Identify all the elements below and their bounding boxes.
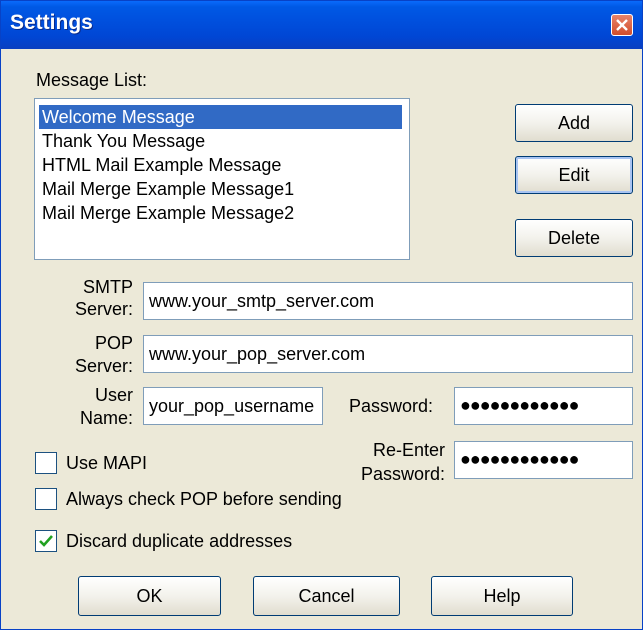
check-pop-checkbox[interactable]: [35, 488, 57, 510]
pop-label-line1: POP: [94, 333, 133, 353]
password-label: Password:: [349, 396, 434, 416]
list-item[interactable]: Welcome Message: [39, 105, 402, 129]
add-button[interactable]: Add: [515, 104, 633, 142]
use-mapi-checkbox[interactable]: [35, 452, 57, 474]
pop-label-line2: Server:: [74, 356, 133, 376]
pop-server-field[interactable]: www.your_pop_server.com: [143, 335, 633, 373]
reenter-label-line2: Password:: [360, 464, 445, 484]
reenter-label-line1: Re-Enter: [372, 440, 445, 460]
smtp-label-line1: SMTP: [82, 277, 133, 297]
settings-dialog: Settings Message List: Welcome Message T…: [0, 0, 643, 630]
close-button[interactable]: [611, 14, 633, 36]
ok-button[interactable]: OK: [78, 576, 221, 616]
reenter-password-field[interactable]: ●●●●●●●●●●●●: [454, 441, 633, 479]
checkmark-icon: [39, 535, 53, 547]
discard-duplicates-checkbox[interactable]: [35, 530, 57, 552]
help-button[interactable]: Help: [431, 576, 573, 616]
close-icon: [616, 19, 628, 31]
user-name-field[interactable]: your_pop_username: [143, 387, 323, 425]
delete-button[interactable]: Delete: [515, 219, 633, 257]
check-pop-label: Always check POP before sending: [66, 489, 342, 509]
list-item[interactable]: Mail Merge Example Message1: [39, 177, 297, 201]
password-field[interactable]: ●●●●●●●●●●●●: [454, 387, 633, 425]
edit-button[interactable]: Edit: [515, 156, 633, 194]
cancel-button[interactable]: Cancel: [253, 576, 400, 616]
message-list-label: Message List:: [36, 70, 148, 90]
window-title: Settings: [10, 11, 93, 34]
user-label-line2: Name:: [79, 408, 133, 428]
use-mapi-label: Use MAPI: [66, 453, 148, 473]
discard-duplicates-label: Discard duplicate addresses: [66, 531, 293, 551]
smtp-label-line2: Server:: [74, 299, 133, 319]
smtp-server-field[interactable]: www.your_smtp_server.com: [143, 282, 633, 320]
message-listbox[interactable]: Welcome Message Thank You Message HTML M…: [34, 98, 410, 260]
title-bar[interactable]: Settings: [1, 1, 642, 49]
list-item[interactable]: HTML Mail Example Message: [39, 153, 284, 177]
list-item[interactable]: Thank You Message: [39, 129, 208, 153]
list-item[interactable]: Mail Merge Example Message2: [39, 201, 297, 225]
user-label-line1: User: [94, 385, 133, 405]
